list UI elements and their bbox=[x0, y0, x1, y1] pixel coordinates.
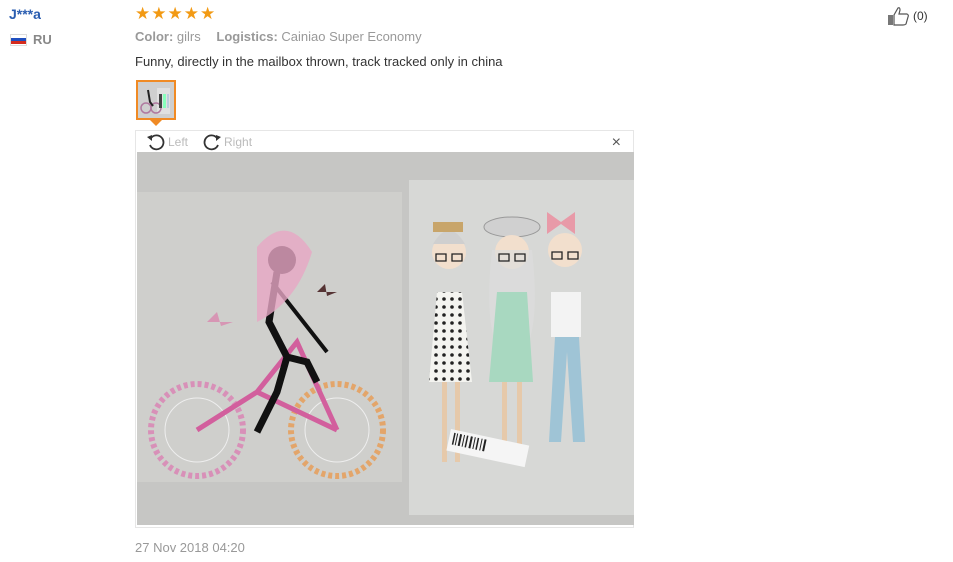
star-icon: ★ bbox=[135, 4, 151, 23]
reviewer-name[interactable]: J***a bbox=[9, 6, 41, 22]
logistics-value: Cainiao Super Economy bbox=[281, 29, 422, 44]
star-icon: ★ bbox=[183, 4, 199, 23]
order-info: Color: gilrs Logistics: Cainiao Super Ec… bbox=[135, 29, 434, 44]
star-icon: ★ bbox=[200, 4, 216, 23]
photo-viewer: Left Right × bbox=[135, 130, 634, 528]
review-date: 27 Nov 2018 04:20 bbox=[135, 540, 245, 555]
review-photo-image bbox=[137, 152, 634, 525]
country-code: RU bbox=[33, 32, 52, 47]
logistics-label: Logistics: bbox=[216, 29, 278, 44]
like-button[interactable]: (0) bbox=[887, 6, 928, 26]
review-text: Funny, directly in the mailbox thrown, t… bbox=[135, 54, 503, 69]
review-photo bbox=[137, 152, 634, 525]
like-count: (0) bbox=[913, 9, 928, 23]
rotate-left-button[interactable]: Left bbox=[146, 133, 188, 151]
color-label: Color: bbox=[135, 29, 174, 44]
rotate-right-label: Right bbox=[224, 135, 253, 149]
thumbnail-image bbox=[138, 82, 174, 118]
reviewer-country: RU bbox=[10, 32, 52, 47]
rotate-left-icon bbox=[147, 134, 165, 151]
rotate-right-icon bbox=[203, 134, 222, 151]
ru-flag-icon bbox=[10, 33, 27, 46]
close-icon[interactable]: × bbox=[612, 134, 621, 152]
rating-stars: ★ ★ ★ ★ ★ bbox=[135, 5, 215, 23]
color-value: gilrs bbox=[176, 29, 201, 44]
rotate-left-label: Left bbox=[168, 135, 189, 149]
star-icon: ★ bbox=[167, 4, 183, 23]
review-photo-thumbnail[interactable] bbox=[136, 80, 176, 120]
thumbs-up-icon bbox=[888, 7, 909, 26]
viewer-toolbar: Left Right bbox=[146, 133, 252, 151]
thumbnail-pointer bbox=[150, 120, 162, 126]
rotate-right-button[interactable]: Right bbox=[202, 133, 252, 151]
star-icon: ★ bbox=[151, 4, 167, 23]
